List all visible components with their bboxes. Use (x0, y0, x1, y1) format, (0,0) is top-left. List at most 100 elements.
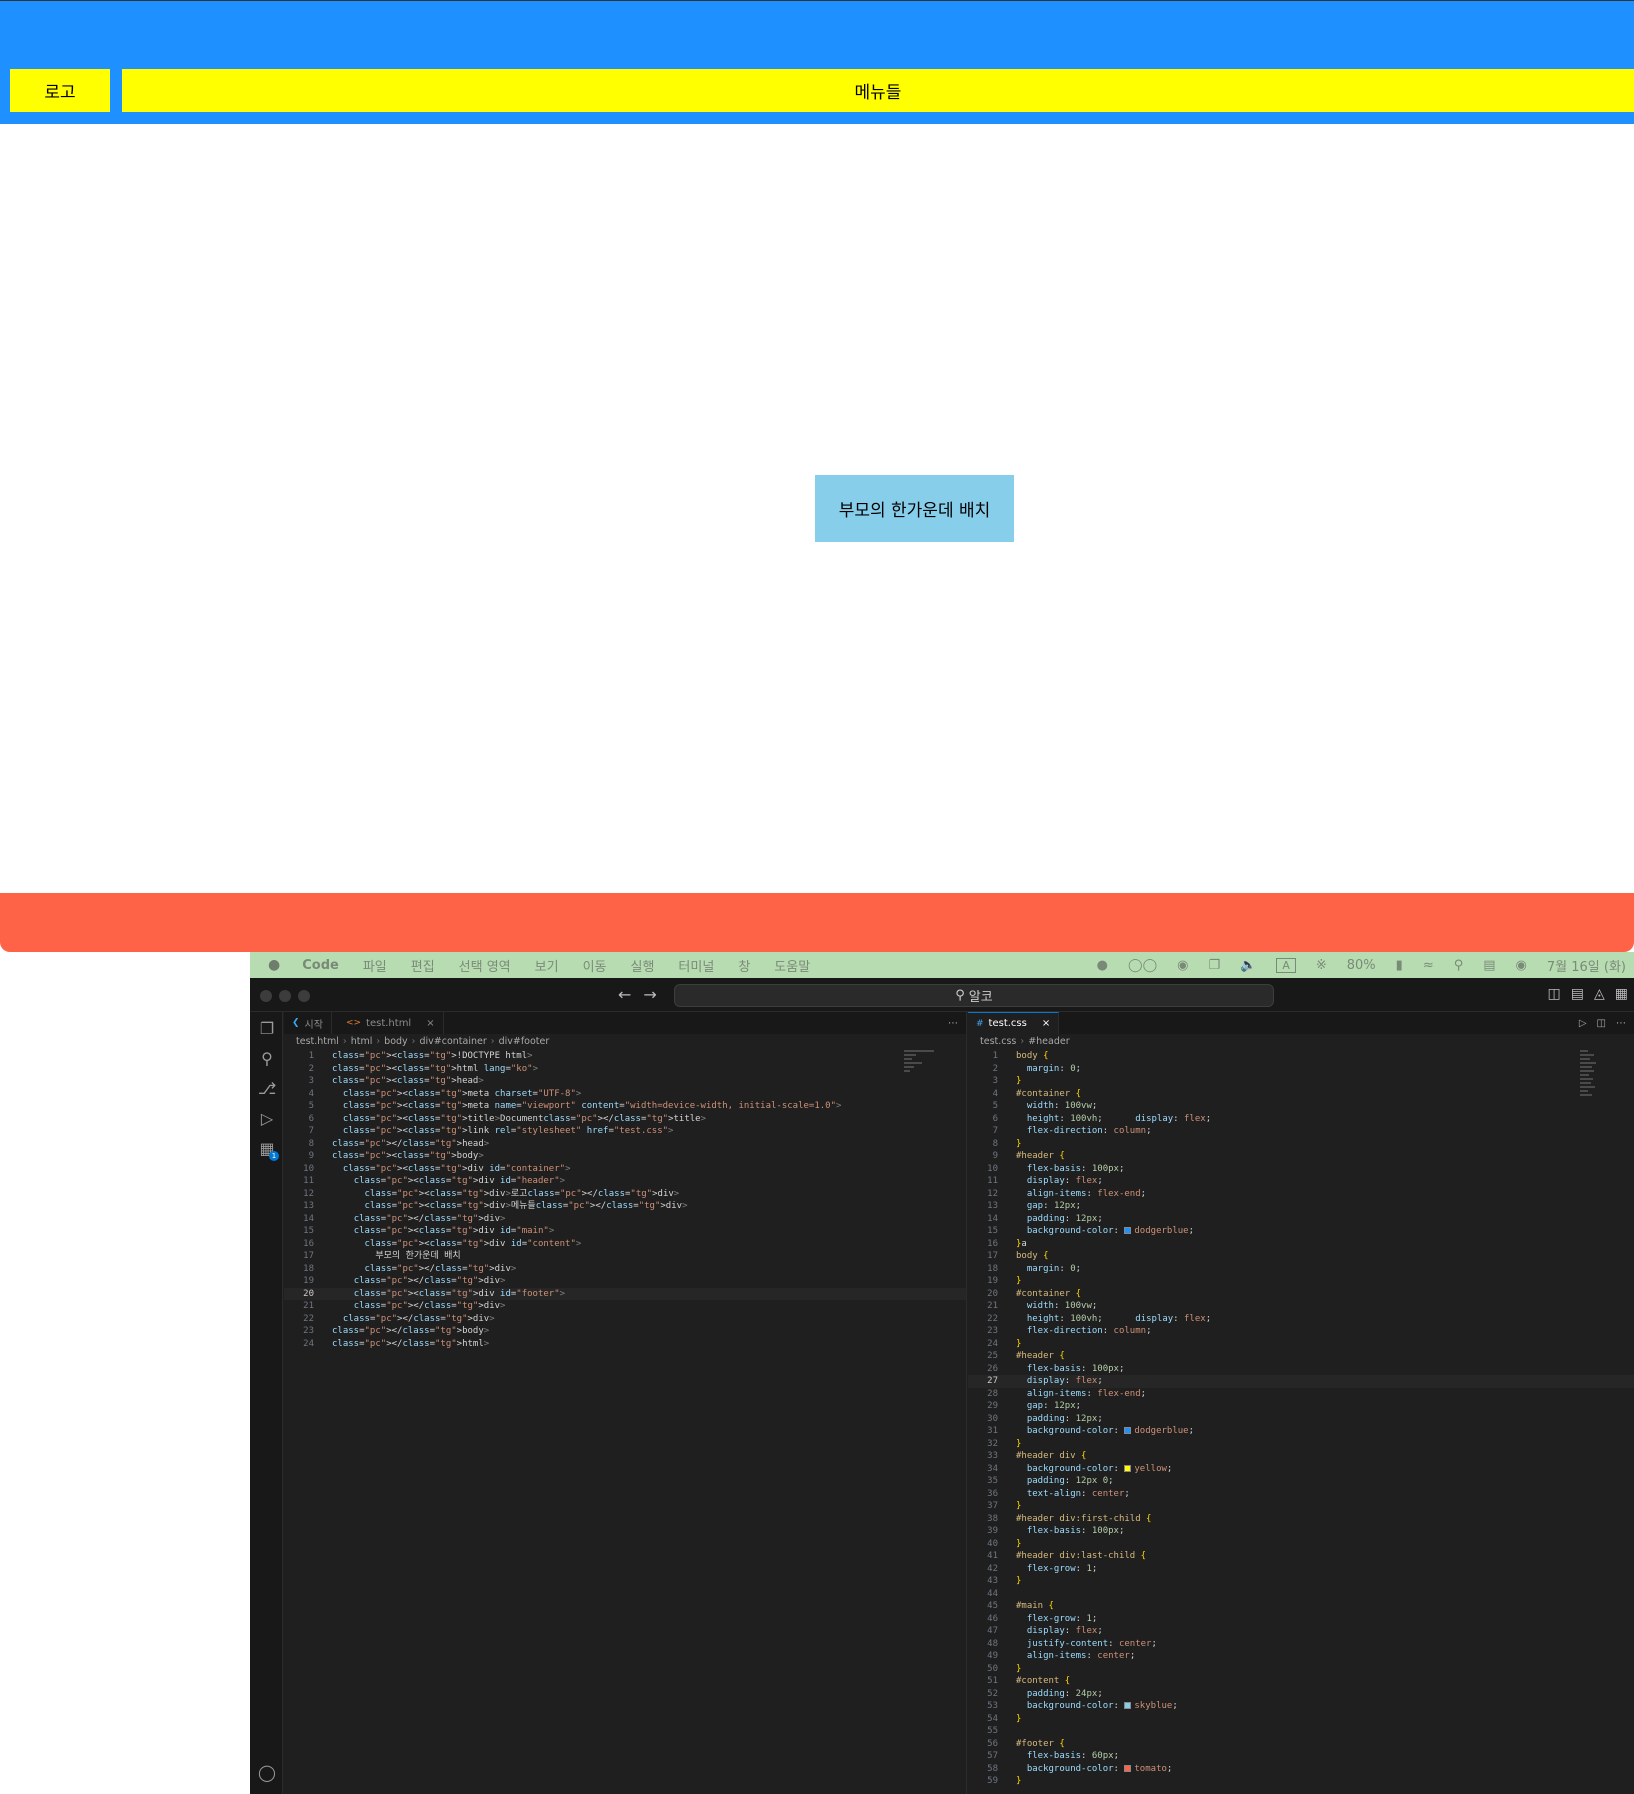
siri-icon[interactable]: ◉ (1516, 958, 1527, 973)
clock-datetime[interactable]: 7월 16일 (화) (1547, 956, 1626, 975)
spotlight-icon[interactable]: ⚲ (1454, 958, 1464, 973)
breadcrumb-item[interactable]: test.html (296, 1036, 339, 1047)
code-line[interactable]: 45 #main { (968, 1600, 1634, 1613)
code-line[interactable]: 59} (968, 1775, 1634, 1788)
search-icon[interactable]: ⚲ (258, 1050, 276, 1068)
breadcrumb-item[interactable]: div#footer (499, 1036, 550, 1047)
customize-layout-icon[interactable]: ▦ (1615, 986, 1628, 1002)
code-line[interactable]: 16 class="pc"><class="tg">div id="conten… (284, 1238, 966, 1251)
code-line[interactable]: 22 height: 100vh; display: flex; (968, 1313, 1634, 1326)
wifi-icon[interactable]: ≈ (1423, 958, 1434, 973)
apple-icon[interactable]: ● (268, 957, 280, 973)
code-line[interactable]: 7 class="pc"><class="tg">link rel="style… (284, 1125, 966, 1138)
code-line[interactable]: 40} (968, 1538, 1634, 1551)
code-line[interactable]: 4 #container { (968, 1088, 1634, 1101)
menu-file[interactable]: 파일 (363, 956, 387, 975)
code-line[interactable]: 6 height: 100vh; display: flex; (968, 1113, 1634, 1126)
code-line[interactable]: 19} (968, 1275, 1634, 1288)
code-editor-css[interactable]: 1 body {2 margin: 0; 3} 4 #container {5 widt… (968, 1050, 1634, 1788)
code-line[interactable]: 37} (968, 1500, 1634, 1513)
toggle-panel-icon[interactable]: ▤ (1571, 986, 1584, 1002)
breadcrumb-item[interactable]: div#container (419, 1036, 486, 1047)
code-line[interactable]: 56 #footer { (968, 1738, 1634, 1751)
code-line[interactable]: 2 margin: 0; (968, 1063, 1634, 1076)
code-line[interactable]: 32} (968, 1438, 1634, 1451)
code-line[interactable]: 23 flex-direction: column; (968, 1325, 1634, 1338)
code-line[interactable]: 11 display: flex; (968, 1175, 1634, 1188)
back-arrow-icon[interactable]: ← (618, 985, 631, 1004)
code-line[interactable]: 48 justify-content: center; (968, 1638, 1634, 1651)
code-line[interactable]: 2 class="pc"><class="tg">html lang="ko"> (284, 1063, 966, 1076)
code-line[interactable]: 33 #header div { (968, 1450, 1634, 1463)
breadcrumb-item[interactable]: #header (1028, 1036, 1069, 1047)
code-line[interactable]: 12 class="pc"><class="tg">div>로고class="p… (284, 1188, 966, 1201)
code-line[interactable]: 20 class="pc"><class="tg">div id="footer… (284, 1288, 966, 1301)
code-line[interactable]: 54} (968, 1713, 1634, 1726)
source-control-icon[interactable]: ⎇ (258, 1080, 276, 1098)
code-line[interactable]: 15 class="pc"><class="tg">div id="main"> (284, 1225, 966, 1238)
windows-icon[interactable]: ❐ (1208, 958, 1220, 973)
zoom-window-button[interactable] (298, 990, 310, 1002)
code-line[interactable]: 55 (968, 1725, 1634, 1738)
code-line[interactable]: 1 class="pc"><class="tg">!DOCTYPE html> (284, 1050, 966, 1063)
code-line[interactable]: 17 body { (968, 1250, 1634, 1263)
tab-test-css[interactable]: # test.css × (968, 1012, 1060, 1034)
forward-arrow-icon[interactable]: → (643, 985, 656, 1004)
code-line[interactable]: 42 flex-grow: 1; (968, 1563, 1634, 1576)
code-line[interactable]: 41 #header div:last-child { (968, 1550, 1634, 1563)
code-line[interactable]: 3 class="pc"><class="tg">head> (284, 1075, 966, 1088)
run-icon[interactable]: ▷ (1579, 1018, 1587, 1029)
close-window-button[interactable] (260, 990, 272, 1002)
code-line[interactable]: 11 class="pc"><class="tg">div id="header… (284, 1175, 966, 1188)
code-line[interactable]: 43} (968, 1575, 1634, 1588)
menu-view[interactable]: 보기 (535, 956, 559, 975)
code-line[interactable]: 35 padding: 12px 0; (968, 1475, 1634, 1488)
toggle-secondary-sidebar-icon[interactable]: ◬ (1594, 986, 1605, 1002)
code-editor-html[interactable]: 1 class="pc"><class="tg">!DOCTYPE html> 2 c… (284, 1050, 966, 1350)
menu-go[interactable]: 이동 (583, 956, 607, 975)
code-line[interactable]: 18 class="pc"></class="tg">div> (284, 1263, 966, 1276)
code-line[interactable]: 23 class="pc"></class="tg">body> (284, 1325, 966, 1338)
code-line[interactable]: 44 (968, 1588, 1634, 1601)
code-line[interactable]: 21 class="pc"></class="tg">div> (284, 1300, 966, 1313)
code-line[interactable]: 20 #container { (968, 1288, 1634, 1301)
code-line[interactable]: 4 class="pc"><class="tg">meta charset="U… (284, 1088, 966, 1101)
code-line[interactable]: 7 flex-direction: column; (968, 1125, 1634, 1138)
code-line[interactable]: 29 gap: 12px; (968, 1400, 1634, 1413)
toggle-primary-sidebar-icon[interactable]: ◫ (1548, 986, 1561, 1002)
code-line[interactable]: 47 display: flex; (968, 1625, 1634, 1638)
menu-window[interactable]: 창 (738, 956, 750, 975)
menu-app-name[interactable]: Code (302, 958, 339, 973)
close-tab-icon[interactable]: × (1042, 1018, 1050, 1029)
code-line[interactable]: 1 body { (968, 1050, 1634, 1063)
code-line[interactable]: 27 display: flex; (968, 1375, 1634, 1388)
run-debug-icon[interactable]: ▷ (258, 1110, 276, 1128)
code-line[interactable]: 36 text-align: center; (968, 1488, 1634, 1501)
app-status-icon[interactable]: ● (1097, 958, 1108, 973)
control-center-icon[interactable]: ▤ (1483, 958, 1495, 973)
code-line[interactable]: 14 padding: 12px; (968, 1213, 1634, 1226)
code-line[interactable]: 38 #header div:first-child { (968, 1513, 1634, 1526)
code-line[interactable]: 10 flex-basis: 100px; (968, 1163, 1634, 1176)
code-line[interactable]: 31 background-color: dodgerblue; (968, 1425, 1634, 1438)
code-line[interactable]: 12 align-items: flex-end; (968, 1188, 1634, 1201)
minimap[interactable] (904, 1050, 938, 1110)
code-line[interactable]: 8} (968, 1138, 1634, 1151)
menu-terminal[interactable]: 터미널 (678, 956, 714, 975)
code-line[interactable]: 18 margin: 0; (968, 1263, 1634, 1276)
code-line[interactable]: 3} (968, 1075, 1634, 1088)
chat-icon[interactable]: ◉ (1177, 958, 1188, 973)
glasses-icon[interactable]: ◯◯ (1128, 958, 1157, 973)
code-line[interactable]: 9 class="pc"><class="tg">body> (284, 1150, 966, 1163)
code-line[interactable]: 24} (968, 1338, 1634, 1351)
code-line[interactable]: 22 class="pc"></class="tg">div> (284, 1313, 966, 1326)
code-line[interactable]: 13 gap: 12px; (968, 1200, 1634, 1213)
code-line[interactable]: 14 class="pc"></class="tg">div> (284, 1213, 966, 1226)
tab-test-html[interactable]: <> test.html × (332, 1012, 444, 1034)
tab-welcome[interactable]: ❮ 시작 (284, 1012, 332, 1034)
code-line[interactable]: 6 class="pc"><class="tg">title>Documentc… (284, 1113, 966, 1126)
accounts-icon[interactable]: ◯ (258, 1764, 276, 1782)
breadcrumb-item[interactable]: test.css (980, 1036, 1016, 1047)
input-source-indicator[interactable]: A (1276, 957, 1296, 973)
bluetooth-icon[interactable]: ※ (1316, 958, 1327, 973)
